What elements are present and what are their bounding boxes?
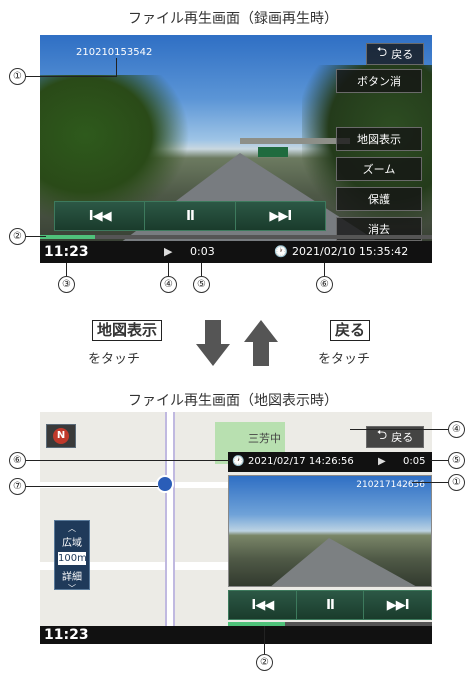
arrow-down-icon xyxy=(196,320,230,366)
clock: 11:23 xyxy=(44,627,89,643)
back-touch-text: をタッチ xyxy=(318,352,371,367)
pause-button[interactable]: II xyxy=(145,202,236,230)
callout-4: ④ xyxy=(160,276,177,293)
zoom-in-button[interactable]: 詳細 ﹀ xyxy=(55,568,89,594)
leader-2 xyxy=(26,236,46,237)
protect-button[interactable]: 保護 xyxy=(336,187,422,211)
previous-track-button[interactable]: I◀◀ xyxy=(229,591,297,619)
map-display-label: 地図表示 xyxy=(92,320,163,341)
next-track-button[interactable]: ▶▶I xyxy=(236,202,325,230)
video-bridge xyxy=(240,138,350,144)
callout-6: ⑥ xyxy=(9,452,26,469)
leader-6 xyxy=(324,263,325,276)
map-main-road xyxy=(165,412,175,627)
leader-6 xyxy=(26,460,230,461)
video-road-sign xyxy=(258,147,288,157)
video-preview[interactable]: 210217142656 xyxy=(228,475,432,587)
previous-track-button[interactable]: I◀◀ xyxy=(55,202,146,230)
back-button[interactable]: ⮌ 戻る xyxy=(366,43,424,65)
video-status-bar: 🕐 2021/02/17 14:26:56 ▶ 0:05 xyxy=(228,452,432,472)
leader-7 xyxy=(26,486,158,487)
play-icon: ▶ xyxy=(164,245,173,258)
leader-1 xyxy=(412,482,448,483)
pause-button[interactable]: II xyxy=(297,591,365,619)
elapsed-time: 0:05 xyxy=(403,456,426,467)
callout-1: ① xyxy=(9,68,26,85)
record-datetime: 2021/02/10 15:35:42 xyxy=(292,245,409,258)
leader-4 xyxy=(168,263,169,276)
zoom-button[interactable]: ズーム xyxy=(336,157,422,181)
map-display-touch-text: をタッチ xyxy=(88,352,141,367)
elapsed-time: 0:03 xyxy=(190,245,215,258)
map-scale-control: ︿ 広域 100m 詳細 ﹀ xyxy=(54,520,90,593)
leader-1b xyxy=(116,58,117,77)
play-icon: ▶ xyxy=(378,456,386,467)
playback-controls: I◀◀ II ▶▶I xyxy=(54,201,326,231)
map-town-label: 三芳中 xyxy=(248,432,281,445)
playback-controls: I◀◀ II ▶▶I xyxy=(228,590,432,620)
map-display-screen: 三芳中 N ⮌ 戻る 🕐 2021/02/17 14:26:56 ▶ 0:05 … xyxy=(40,412,432,644)
callout-5: ⑤ xyxy=(193,276,210,293)
status-bar: 11:23 xyxy=(40,626,432,644)
chevron-up-icon: ︿ xyxy=(68,524,76,533)
callout-4: ④ xyxy=(448,421,465,438)
video-road xyxy=(269,538,419,586)
next-track-button[interactable]: ▶▶I xyxy=(364,591,431,619)
recording-playback-screen: 210210153542 ⮌ 戻る ボタン消 地図表示 ズーム 保護 消去 I◀… xyxy=(40,35,432,263)
leader-5 xyxy=(430,460,448,461)
zoom-out-button[interactable]: ︿ 広域 xyxy=(55,523,89,549)
chevron-down-icon: ﹀ xyxy=(68,584,76,593)
callout-2: ② xyxy=(256,654,273,671)
callout-7: ⑦ xyxy=(9,478,26,495)
callout-1: ① xyxy=(448,474,465,491)
callout-2: ② xyxy=(9,228,26,245)
map-scale-value: 100m xyxy=(58,552,87,565)
callout-3: ③ xyxy=(58,276,75,293)
back-arrow-icon: ⮌ xyxy=(376,45,388,60)
leader-2 xyxy=(264,626,265,654)
north-compass-icon[interactable]: N xyxy=(46,424,76,448)
back-label: 戻る xyxy=(330,320,371,341)
leader-1 xyxy=(26,76,116,77)
caption-map-display: ファイル再生画面（地図表示時） xyxy=(128,393,338,409)
map-road xyxy=(40,482,230,488)
caption-recording-playback: ファイル再生画面（録画再生時） xyxy=(128,11,338,27)
leader-3 xyxy=(66,263,67,276)
callout-5: ⑤ xyxy=(448,452,465,469)
clock: 11:23 xyxy=(44,244,89,260)
leader-4 xyxy=(350,429,448,430)
status-bar: 11:23 ▶ 0:03 🕐 2021/02/10 15:35:42 xyxy=(40,241,432,263)
record-datetime: 2021/02/17 14:26:56 xyxy=(248,456,354,467)
leader-5 xyxy=(201,263,202,276)
arrow-up-icon xyxy=(244,320,278,366)
callout-6: ⑥ xyxy=(316,276,333,293)
vehicle-position-icon xyxy=(156,475,174,493)
record-clock-icon: 🕐 xyxy=(232,456,245,467)
progress-fill xyxy=(40,235,95,239)
file-id-label: 210210153542 xyxy=(76,47,153,58)
map-display-button[interactable]: 地図表示 xyxy=(336,127,422,151)
record-clock-icon: 🕐 xyxy=(274,245,288,258)
progress-bar[interactable] xyxy=(40,235,432,239)
hide-buttons-button[interactable]: ボタン消 xyxy=(336,69,422,93)
